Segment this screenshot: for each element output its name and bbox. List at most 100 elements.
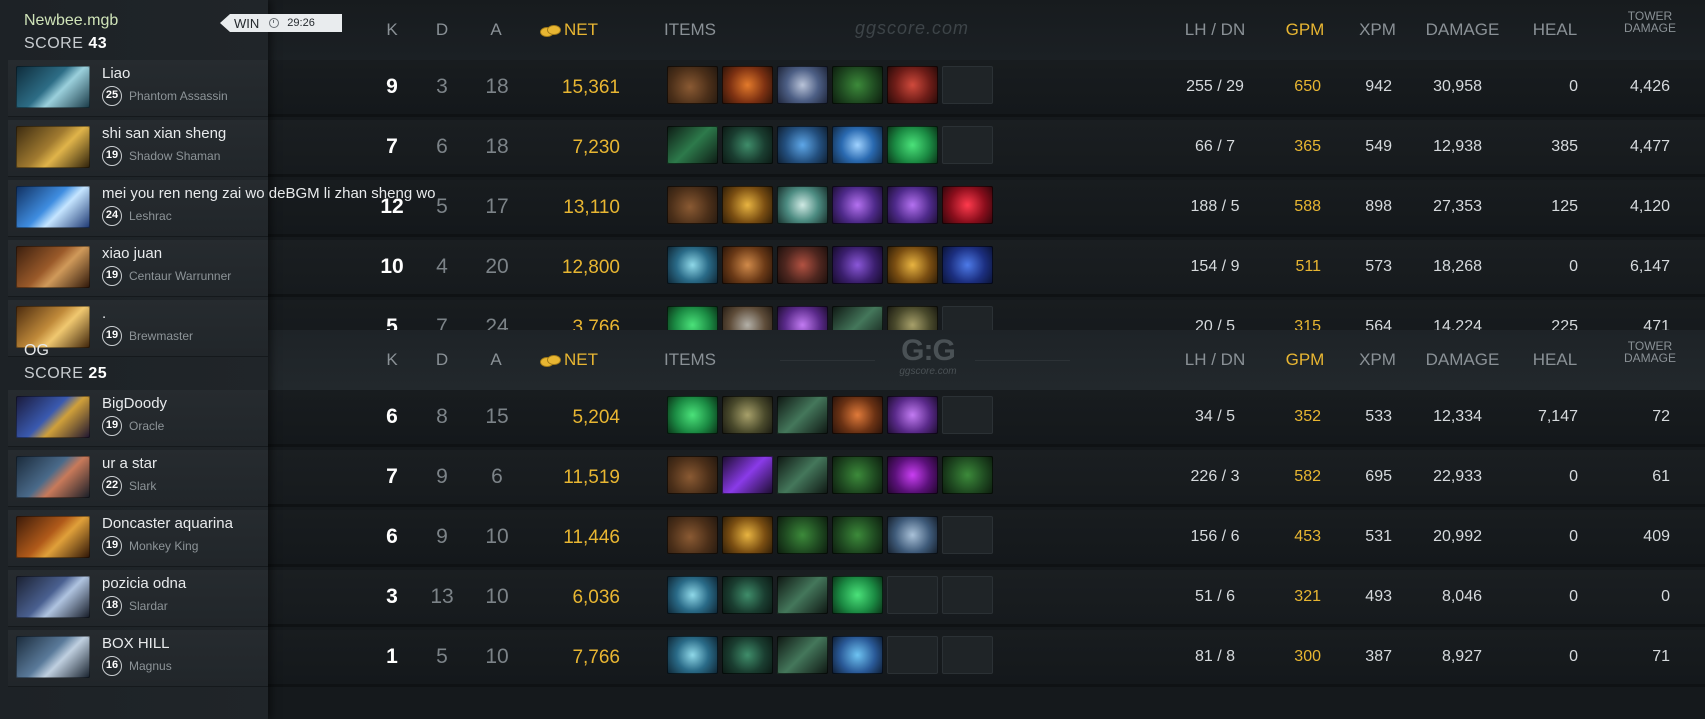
item-icon[interactable] [667, 186, 718, 224]
monkey-king-portrait[interactable] [16, 516, 90, 558]
column-header-a: A [490, 350, 502, 369]
item-icon[interactable] [942, 246, 993, 284]
item-icon[interactable] [667, 636, 718, 674]
player-name[interactable]: Liao [102, 65, 130, 82]
player-name[interactable]: ur a star [102, 455, 157, 472]
item-icon[interactable] [887, 456, 938, 494]
player-row[interactable]: shi san xian sheng 19 Shadow Shaman 7 6 18 7,2… [0, 120, 1705, 177]
item-icon[interactable] [722, 396, 773, 434]
hero-name: Oracle [129, 419, 165, 433]
item-icon[interactable] [832, 396, 883, 434]
item-icon[interactable] [887, 516, 938, 554]
damage-value: 12,334 [1433, 408, 1482, 425]
player-name[interactable]: BOX HILL [102, 635, 170, 652]
item-icon[interactable] [887, 246, 938, 284]
item-icon[interactable] [667, 576, 718, 614]
oracle-portrait[interactable] [16, 396, 90, 438]
item-icon[interactable] [777, 186, 828, 224]
item-icon[interactable] [667, 246, 718, 284]
item-icon[interactable] [942, 456, 993, 494]
level-badge: 19 [102, 536, 122, 556]
item-icon[interactable] [832, 636, 883, 674]
player-row[interactable]: BigDoody 19 Oracle 6 8 15 5,204 34 / 5 352 533 12,… [0, 390, 1705, 447]
player-name[interactable]: mei you ren neng zai wo deBGM li zhan sh… [102, 185, 436, 202]
player-row[interactable]: Liao 25 Phantom Assassin 9 3 18 15,361 255 / 29… [0, 60, 1705, 117]
slardar-portrait[interactable] [16, 576, 90, 618]
item-icon[interactable] [777, 576, 828, 614]
player-info: BigDoody 19 Oracle [8, 390, 268, 447]
item-icon[interactable] [887, 126, 938, 164]
item-icon[interactable] [722, 246, 773, 284]
player-name[interactable]: xiao juan [102, 245, 162, 262]
magnus-portrait[interactable] [16, 636, 90, 678]
player-row[interactable]: ur a star 22 Slark 7 9 6 11,519 226 / 3 582 695 22… [0, 450, 1705, 507]
player-name[interactable]: BigDoody [102, 395, 167, 412]
score-value: 25 [88, 365, 108, 382]
assists: 6 [491, 465, 503, 488]
item-icon[interactable] [832, 246, 883, 284]
column-header-lh_dn: LH / DN [1184, 20, 1246, 39]
heal-value: 0 [1569, 528, 1578, 545]
shadow-shaman-portrait[interactable] [16, 126, 90, 168]
item-icon[interactable] [832, 126, 883, 164]
player-row[interactable]: pozicia odna 18 Slardar 3 13 10 6,036 51 / 6 321… [0, 570, 1705, 627]
item-icon[interactable] [887, 396, 938, 434]
item-icon[interactable] [832, 66, 883, 104]
item-icon[interactable] [722, 636, 773, 674]
item-icon[interactable] [777, 126, 828, 164]
item-slots [667, 456, 993, 494]
tower-label-2: DAMAGE [1623, 351, 1676, 365]
player-name[interactable]: Doncaster aquarina [102, 515, 233, 532]
player-name[interactable]: shi san xian sheng [102, 125, 226, 142]
player-name[interactable]: pozicia odna [102, 575, 186, 592]
item-icon[interactable] [777, 66, 828, 104]
item-icon[interactable] [722, 516, 773, 554]
gold-coins-icon [540, 24, 561, 37]
item-icon[interactable] [887, 186, 938, 224]
column-header-net: NET [540, 350, 620, 370]
centaur-portrait[interactable] [16, 246, 90, 288]
item-icon[interactable] [777, 246, 828, 284]
clock-icon [269, 18, 280, 28]
level-badge: 19 [102, 416, 122, 436]
item-icon[interactable] [667, 516, 718, 554]
tower-damage-value: 4,120 [1629, 198, 1670, 215]
item-icon[interactable] [722, 576, 773, 614]
player-row[interactable]: mei you ren neng zai wo deBGM li zhan sh… [0, 180, 1705, 237]
item-icon[interactable] [777, 456, 828, 494]
gpm-value: 300 [1294, 648, 1321, 665]
player-row[interactable]: xiao juan 19 Centaur Warrunner 10 4 20 12,800 1… [0, 240, 1705, 297]
item-icon[interactable] [722, 66, 773, 104]
heal-value: 7,147 [1537, 408, 1578, 425]
item-icon[interactable] [667, 456, 718, 494]
item-icon[interactable] [722, 186, 773, 224]
assists: 20 [485, 255, 509, 278]
assists: 18 [485, 135, 509, 158]
column-header-k: K [386, 350, 398, 369]
player-row[interactable]: Doncaster aquarina 19 Monkey King 6 9 10 11,44… [0, 510, 1705, 567]
leshrac-portrait[interactable] [16, 186, 90, 228]
item-icon[interactable] [777, 396, 828, 434]
item-icon[interactable] [832, 516, 883, 554]
item-icon[interactable] [942, 186, 993, 224]
empty-item-slot [942, 66, 993, 104]
item-icon[interactable] [887, 66, 938, 104]
level-badge: 22 [102, 476, 122, 496]
item-icon[interactable] [777, 636, 828, 674]
item-icon[interactable] [667, 66, 718, 104]
item-icon[interactable] [722, 126, 773, 164]
slark-portrait[interactable] [16, 456, 90, 498]
level-badge: 18 [102, 596, 122, 616]
item-icon[interactable] [667, 396, 718, 434]
item-icon[interactable] [667, 126, 718, 164]
item-icon[interactable] [832, 186, 883, 224]
phantom-assassin-portrait[interactable] [16, 66, 90, 108]
item-icon[interactable] [777, 516, 828, 554]
empty-item-slot [942, 396, 993, 434]
gpm-value: 352 [1294, 408, 1321, 425]
player-name[interactable]: . [102, 305, 106, 322]
item-icon[interactable] [832, 456, 883, 494]
item-icon[interactable] [832, 576, 883, 614]
player-row[interactable]: BOX HILL 16 Magnus 1 5 10 7,766 81 / 8 300 387 8,9… [0, 630, 1705, 687]
item-icon[interactable] [722, 456, 773, 494]
